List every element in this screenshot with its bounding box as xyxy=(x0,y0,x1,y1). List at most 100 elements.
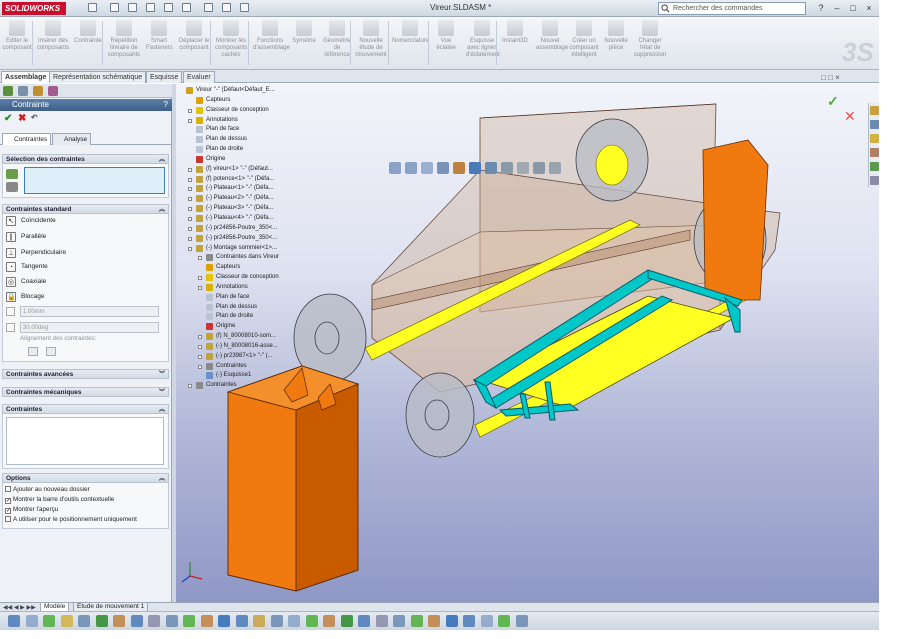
solidworks-resources-icon[interactable] xyxy=(870,106,879,115)
ribbon-button-10[interactable]: Nouvelle étude de mouvement xyxy=(355,20,387,68)
align-aligned-icon[interactable] xyxy=(28,347,38,356)
display-style-icon[interactable] xyxy=(485,162,497,174)
restore-icon[interactable]: □ xyxy=(821,73,826,82)
confirm-corner-cancel-icon[interactable]: ✕ xyxy=(844,108,856,125)
distance-icon[interactable] xyxy=(6,307,15,316)
bottom-tool-icon[interactable] xyxy=(445,615,458,627)
ok-icon[interactable]: ✔ xyxy=(4,113,12,124)
bottom-tool-icon[interactable] xyxy=(428,615,440,627)
expand-toggle-icon[interactable] xyxy=(188,187,192,192)
ribbon-button-16[interactable]: Créer un composant intelligent xyxy=(569,20,599,68)
tree-node[interactable]: Capteurs xyxy=(178,96,318,106)
tree-node[interactable]: (-) pr23987<1> "-" (... xyxy=(178,352,318,362)
save-icon[interactable] xyxy=(146,3,155,12)
ribbon-button-1[interactable]: Insérer des composants xyxy=(36,20,70,68)
ribbon-button-12[interactable]: Vue éclatée xyxy=(433,20,459,68)
bottom-tool-icon[interactable] xyxy=(60,615,73,627)
expand-toggle-icon[interactable] xyxy=(188,236,192,241)
bottom-tool-icon[interactable] xyxy=(78,615,90,627)
bottom-tool-icon[interactable] xyxy=(43,615,55,627)
tree-node[interactable]: (-) N_80008016-asse... xyxy=(178,342,318,352)
section-standard-header[interactable]: Contraintes standard ︽ xyxy=(2,204,169,214)
checkbox[interactable]: ✓ xyxy=(5,508,11,514)
appearances-icon[interactable] xyxy=(870,162,879,171)
option-checkbox-row[interactable]: Ajouter au nouveau dossier xyxy=(5,485,90,494)
ribbon-button-11[interactable]: Nomenclature xyxy=(392,20,429,68)
select-icon[interactable] xyxy=(204,3,213,12)
graphics-area[interactable]: Vireur "-" (Défaut<Défaut_E... Capteurs Cl… xyxy=(176,73,879,602)
tree-node[interactable]: Annotations xyxy=(178,116,318,126)
apply-scene-icon[interactable] xyxy=(533,162,545,174)
tile-icon[interactable]: □ xyxy=(828,73,833,82)
expand-toggle-icon[interactable] xyxy=(188,226,192,231)
expand-toggle-icon[interactable] xyxy=(198,354,202,359)
tree-node[interactable]: (-) pr24856-Poutre_350<... xyxy=(178,234,318,244)
tree-node[interactable]: (-) Plateau<1> "-" (Défa... xyxy=(178,184,318,194)
bottom-tool-icon[interactable] xyxy=(130,615,143,627)
tab-assemblage[interactable]: Assemblage xyxy=(1,71,51,83)
section-contraintes-header[interactable]: Contraintes ︽ xyxy=(2,404,169,414)
expand-toggle-icon[interactable] xyxy=(198,285,202,290)
ribbon-button-13[interactable]: Esquisse avec lignes d'éclatement xyxy=(466,20,500,68)
close-doc-icon[interactable]: × xyxy=(835,73,840,82)
display-manager-tab-icon[interactable] xyxy=(48,86,58,96)
checkbox[interactable]: ✓ xyxy=(5,498,11,504)
cancel-icon[interactable]: ✖ xyxy=(18,113,26,124)
bottom-tool-icon[interactable] xyxy=(25,615,38,627)
maximize-icon[interactable]: □ xyxy=(848,3,858,13)
option-checkbox-row[interactable]: ✓ Montrer l'aperçu xyxy=(5,505,58,514)
tree-node[interactable]: Plan de droite xyxy=(178,312,318,322)
section-options-header[interactable]: Options ︽ xyxy=(2,473,169,483)
zoom-to-fit-icon[interactable] xyxy=(389,162,401,174)
expand-toggle-icon[interactable] xyxy=(188,118,192,123)
bottom-tool-icon[interactable] xyxy=(113,615,125,627)
bottom-tool-icon[interactable] xyxy=(323,615,335,627)
tree-node[interactable]: Plan de face xyxy=(178,125,318,135)
tab-contraintes[interactable]: Contraintes xyxy=(2,133,52,145)
bottom-tool-icon[interactable] xyxy=(270,615,283,627)
tree-node[interactable]: Plan de droite xyxy=(178,145,318,155)
search-commands-input[interactable]: Rechercher des commandes xyxy=(658,2,806,15)
checkbox[interactable] xyxy=(5,516,11,522)
bottom-tool-icon[interactable] xyxy=(358,615,370,627)
ribbon-button-17[interactable]: Nouvelle pièce xyxy=(603,20,629,68)
open-icon[interactable] xyxy=(128,3,137,12)
ribbon-button-0[interactable]: Editer le composant xyxy=(2,20,32,68)
help-icon[interactable]: ? xyxy=(816,3,826,13)
bottom-tool-icon[interactable] xyxy=(340,615,353,627)
tree-node[interactable]: Classeur de conception xyxy=(178,106,318,116)
tree-node[interactable]: Contraintes dans Vireur xyxy=(178,253,318,263)
hide-show-items-icon[interactable] xyxy=(501,162,513,174)
configuration-manager-tab-icon[interactable] xyxy=(33,86,43,96)
expand-toggle-icon[interactable] xyxy=(188,246,192,251)
tab-representation-schematique[interactable]: Représentation schématique xyxy=(49,71,147,83)
ribbon-button-14[interactable]: Instant3D xyxy=(501,20,529,68)
ribbon-button-3[interactable]: Répétition linéaire de composants xyxy=(106,20,142,68)
expand-toggle-icon[interactable] xyxy=(188,108,192,113)
design-library-icon[interactable] xyxy=(870,120,879,129)
tree-node[interactable]: (f) N_80008010-som... xyxy=(178,332,318,342)
expand-toggle-icon[interactable] xyxy=(198,364,202,369)
bottom-tool-icon[interactable] xyxy=(200,615,213,627)
tree-node[interactable]: Annotations xyxy=(178,283,318,293)
align-anti-aligned-icon[interactable] xyxy=(46,347,56,356)
tree-node[interactable]: Origine xyxy=(178,322,318,332)
bottom-tool-icon[interactable] xyxy=(148,615,160,627)
bottom-tool-icon[interactable] xyxy=(498,615,510,627)
rebuild-icon[interactable] xyxy=(222,3,231,12)
ribbon-button-15[interactable]: Nouvel assemblage xyxy=(536,20,568,68)
feature-tree-tab-icon[interactable] xyxy=(3,86,13,96)
tab-scroll-arrows[interactable]: ◀◀ ◀ ▶ ▶▶ xyxy=(3,604,36,611)
bottom-tool-icon[interactable] xyxy=(375,615,388,627)
bottom-tool-icon[interactable] xyxy=(515,615,528,627)
section-mechanical-header[interactable]: Contraintes mécaniques ︾ xyxy=(2,387,169,397)
view-settings-icon[interactable] xyxy=(549,162,561,174)
bottom-tool-icon[interactable] xyxy=(253,615,265,627)
tree-node[interactable]: Contraintes xyxy=(178,381,318,391)
bottom-tool-icon[interactable] xyxy=(95,615,108,627)
expand-toggle-icon[interactable] xyxy=(188,197,192,202)
expand-toggle-icon[interactable] xyxy=(188,384,192,389)
tree-node[interactable]: (-) Plateau<3> "-" (Défa... xyxy=(178,204,318,214)
ribbon-button-8[interactable]: Symétrie xyxy=(291,20,317,68)
minimize-icon[interactable]: – xyxy=(832,3,842,13)
